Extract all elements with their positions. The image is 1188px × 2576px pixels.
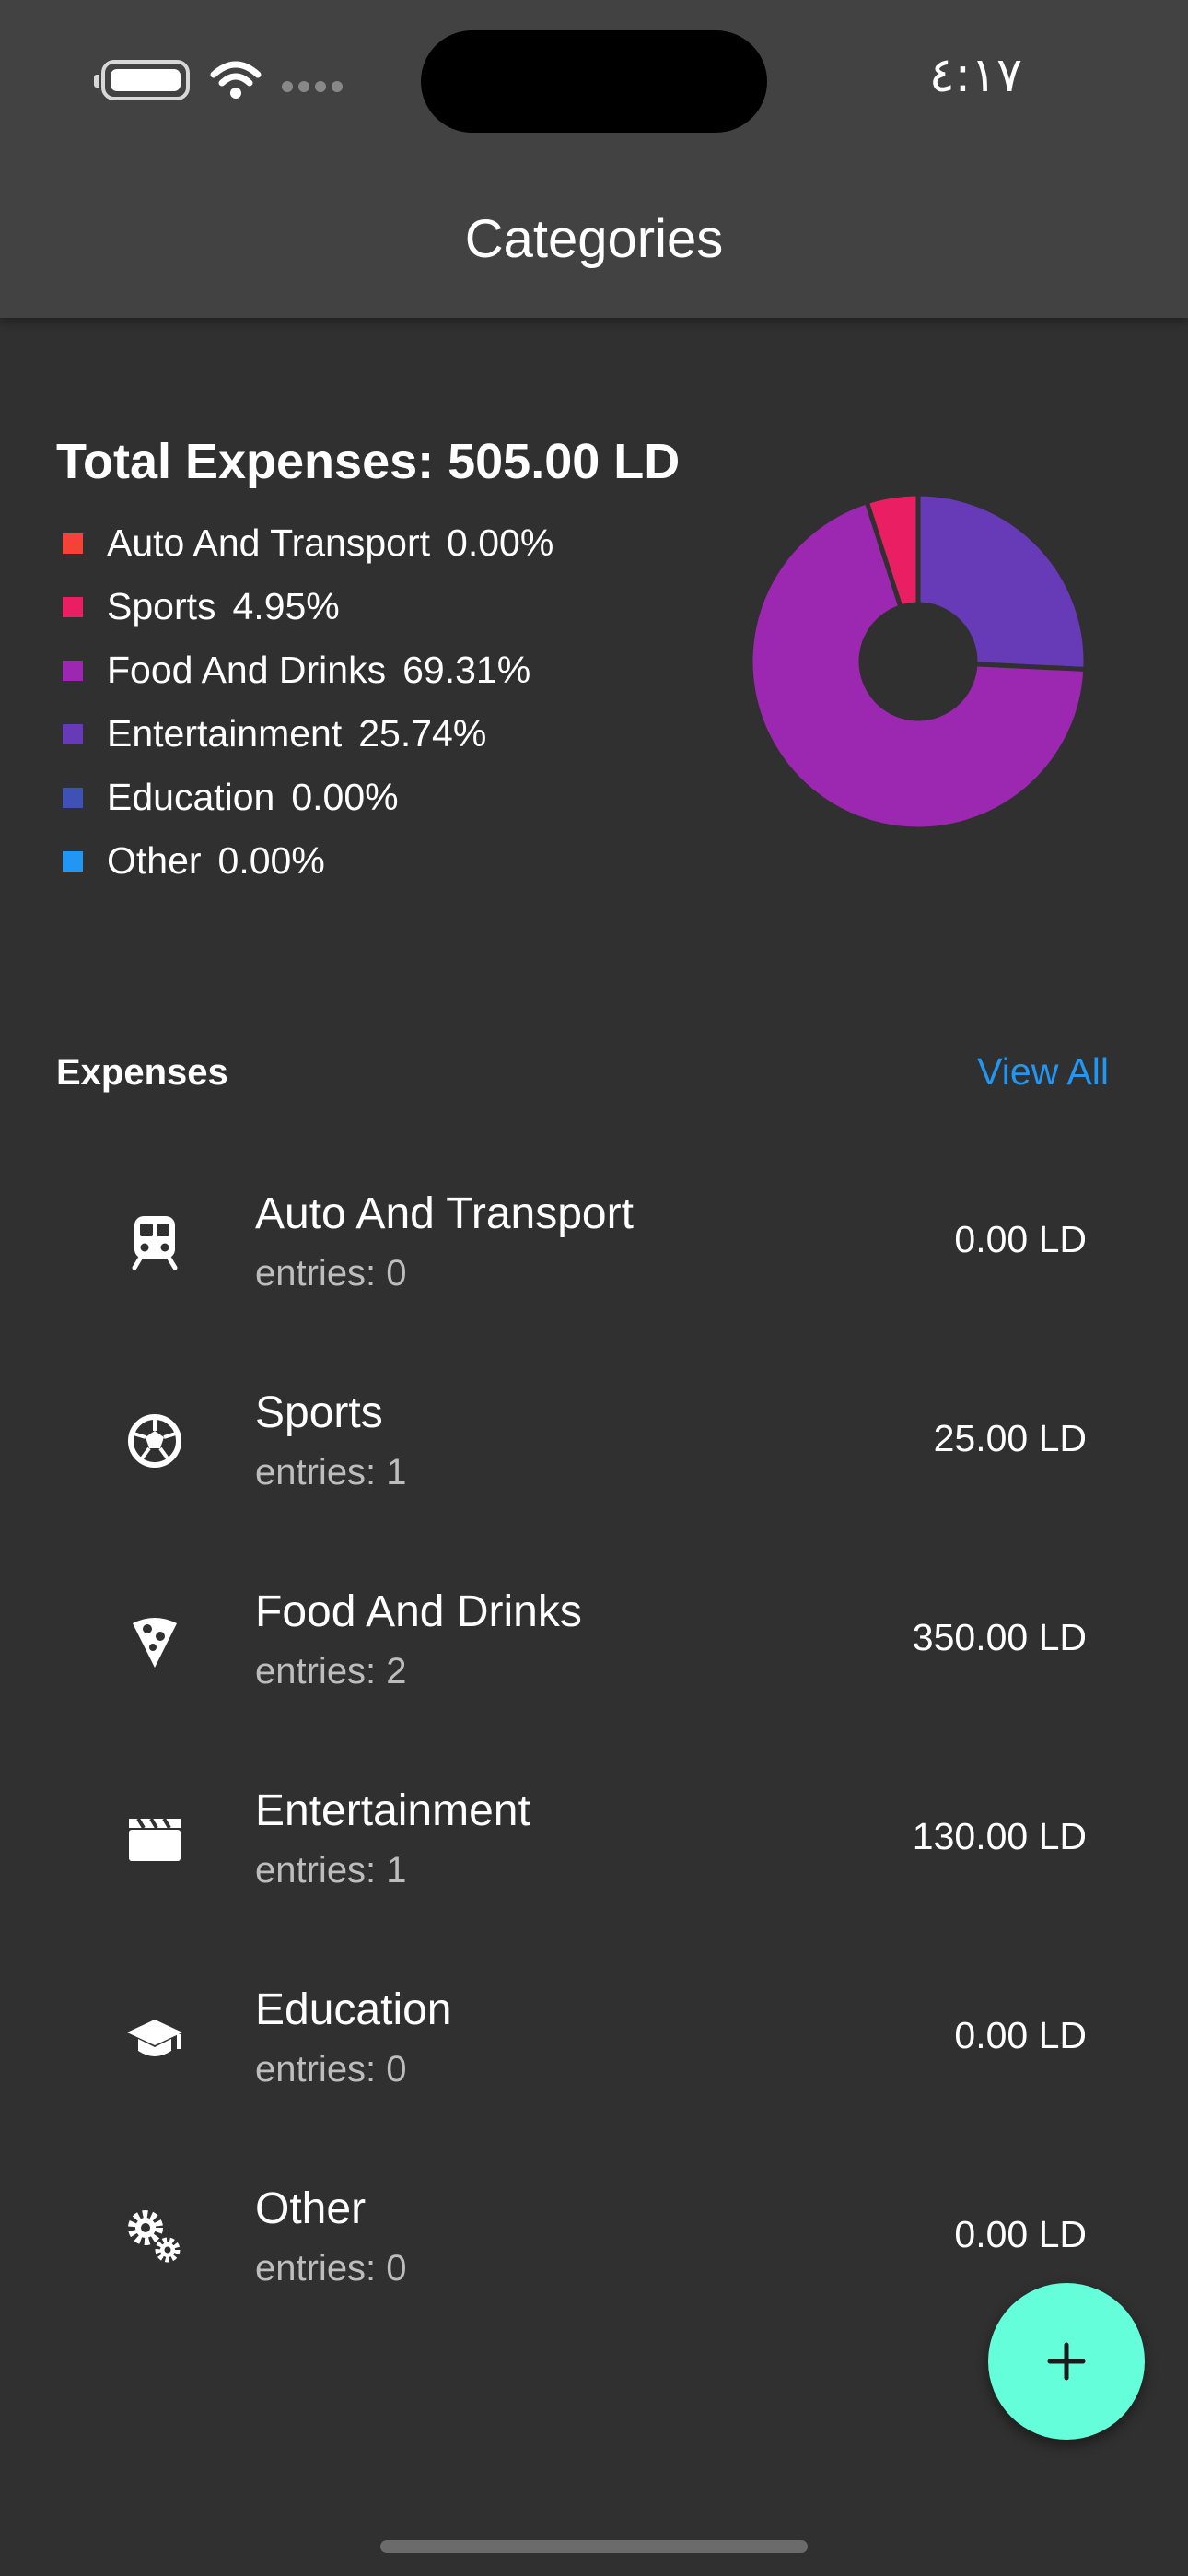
- expense-entries: entries: 0: [255, 1253, 407, 1294]
- chart-legend: Auto And Transport 0.00% Sports 4.95% Fo…: [63, 511, 553, 893]
- legend-swatch: [63, 533, 83, 554]
- expense-row-education[interactable]: Education entries: 0 0.00 LD: [0, 1937, 1188, 2136]
- legend-label: Food And Drinks: [107, 649, 387, 691]
- expense-name: Sports: [255, 1388, 383, 1437]
- legend-label: Education: [107, 776, 275, 818]
- pizza-icon: [133, 1618, 177, 1668]
- expense-row-other[interactable]: Other entries: 0 0.00 LD: [0, 2136, 1188, 2335]
- legend-item: Education 0.00%: [63, 766, 553, 829]
- graduation-cap-icon: [127, 2020, 182, 2056]
- legend-swatch: [63, 660, 83, 681]
- status-indicators: [94, 57, 343, 103]
- dynamic-island: [421, 30, 767, 133]
- legend-label: Other: [107, 839, 202, 882]
- expense-name: Education: [255, 1985, 452, 2034]
- expense-row-sports[interactable]: Sports entries: 1 25.00 LD: [0, 1340, 1188, 1539]
- expense-entries: entries: 1: [255, 1452, 407, 1493]
- page-title: Categories: [464, 209, 724, 269]
- gears-icon: [128, 2210, 181, 2263]
- clapperboard-icon: [129, 1817, 181, 1861]
- expense-name: Entertainment: [255, 1786, 530, 1835]
- soccer-ball-icon: [128, 1414, 181, 1468]
- total-expenses: Total Expenses: 505.00 LD: [56, 434, 681, 489]
- signal-icon: [282, 81, 343, 92]
- legend-percent: 4.95%: [232, 585, 340, 627]
- expense-entries: entries: 0: [255, 2049, 407, 2090]
- wifi-icon: [210, 61, 262, 99]
- legend-swatch: [63, 787, 83, 808]
- pie-slice-entertainment: [915, 491, 1089, 673]
- expense-entries: entries: 1: [255, 1850, 407, 1891]
- battery-icon: [94, 60, 190, 100]
- legend-swatch: [63, 596, 83, 617]
- app-bar: ٤:١٧ Categories: [0, 0, 1188, 318]
- expense-amount: 0.00 LD: [954, 2014, 1087, 2056]
- expense-name: Auto And Transport: [255, 1189, 634, 1238]
- legend-label: Sports: [107, 585, 216, 627]
- plus-icon: [1047, 2342, 1086, 2381]
- expense-amount: 0.00 LD: [954, 2213, 1087, 2255]
- legend-percent: 0.00%: [447, 521, 554, 564]
- legend-item: Other 0.00%: [63, 829, 553, 893]
- expense-amount: 130.00 LD: [912, 1815, 1087, 1857]
- legend-item: Sports 4.95%: [63, 575, 553, 638]
- expense-amount: 350.00 LD: [912, 1616, 1087, 1658]
- add-category-button[interactable]: [988, 2283, 1145, 2440]
- expense-row-food-and-drinks[interactable]: Food And Drinks entries: 2 350.00 LD: [0, 1539, 1188, 1738]
- expense-amount: 25.00 LD: [933, 1417, 1087, 1459]
- legend-percent: 69.31%: [402, 649, 531, 691]
- legend-swatch: [63, 850, 83, 872]
- expenses-heading: Expenses: [56, 1052, 228, 1093]
- expense-entries: entries: 2: [255, 1651, 407, 1692]
- donut-chart: [748, 491, 1089, 832]
- expense-row-auto-and-transport[interactable]: Auto And Transport entries: 0 0.00 LD: [0, 1141, 1188, 1340]
- legend-item: Auto And Transport 0.00%: [63, 511, 553, 575]
- expense-row-entertainment[interactable]: Entertainment entries: 1 130.00 LD: [0, 1738, 1188, 1937]
- legend-percent: 25.74%: [358, 712, 487, 755]
- legend-label: Auto And Transport: [107, 521, 431, 564]
- legend-item: Entertainment 25.74%: [63, 702, 553, 766]
- legend-swatch: [63, 723, 83, 744]
- status-time: ٤:١٧: [928, 48, 1022, 103]
- legend-percent: 0.00%: [291, 776, 399, 818]
- legend-item: Food And Drinks 69.31%: [63, 638, 553, 702]
- train-icon: [132, 1216, 178, 1270]
- expense-entries: entries: 0: [255, 2248, 407, 2289]
- view-all-link[interactable]: View All: [977, 1050, 1109, 1094]
- legend-label: Entertainment: [107, 712, 343, 755]
- home-indicator: [380, 2540, 808, 2553]
- expense-amount: 0.00 LD: [954, 1218, 1087, 1260]
- expense-name: Other: [255, 2184, 367, 2233]
- legend-percent: 0.00%: [217, 839, 325, 882]
- expense-name: Food And Drinks: [255, 1587, 582, 1636]
